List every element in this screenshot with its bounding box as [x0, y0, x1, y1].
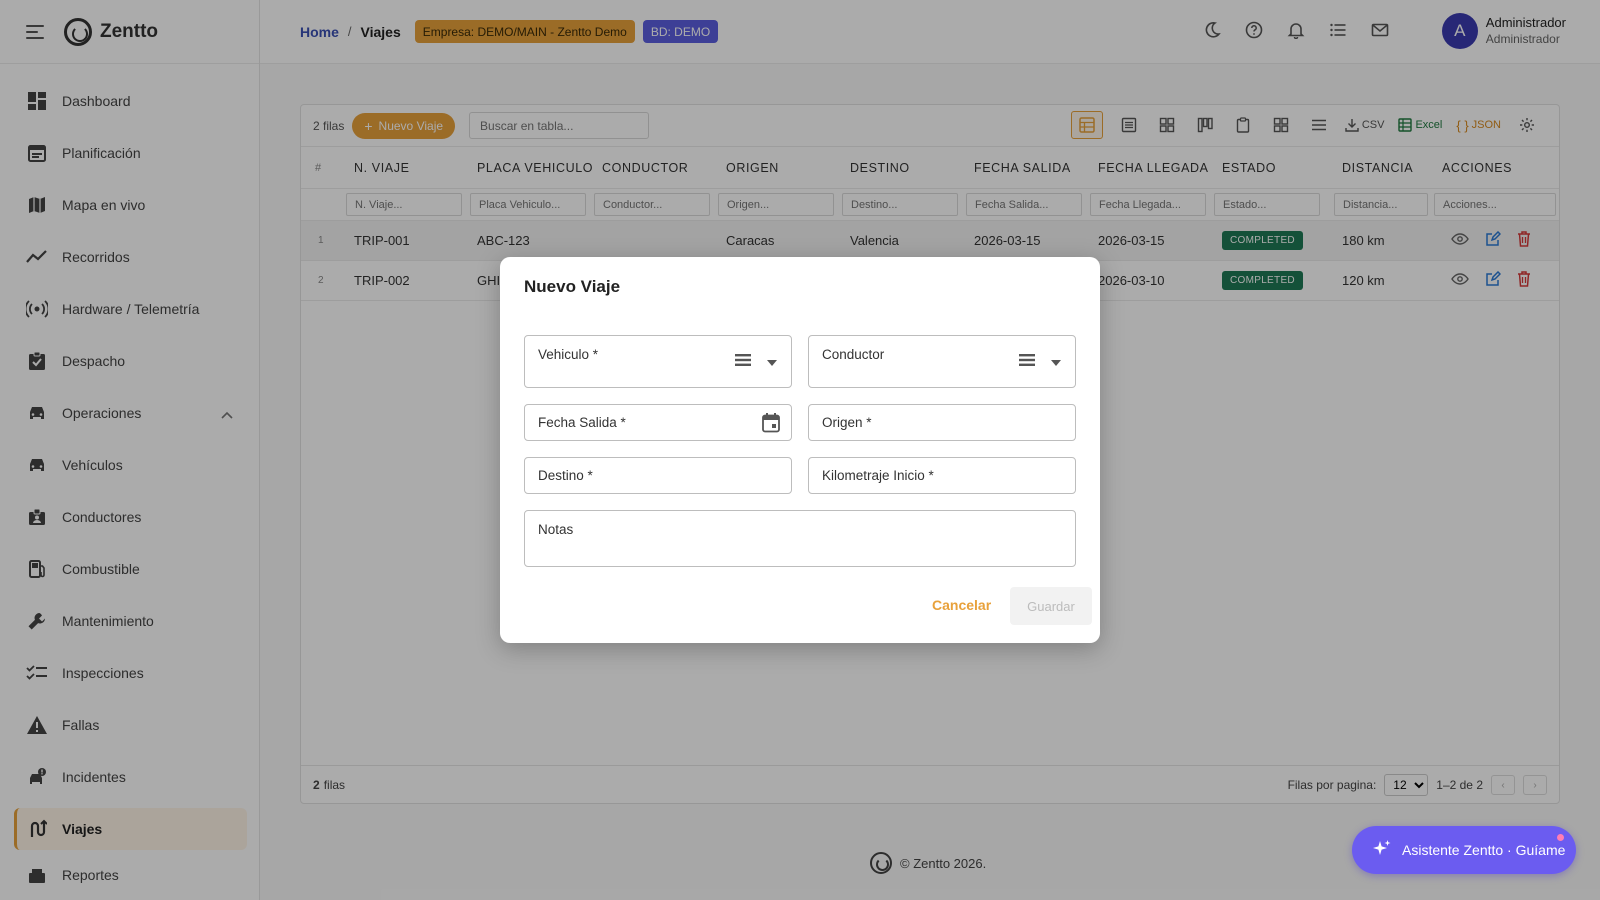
list-icon[interactable]	[735, 353, 751, 370]
cancel-button[interactable]: Cancelar	[932, 597, 991, 613]
depart-date-field[interactable]: Fecha Salida *	[524, 404, 792, 441]
dropdown-arrow-icon[interactable]	[767, 354, 777, 369]
driver-label: Conductor	[822, 347, 885, 362]
driver-select-icons	[1019, 353, 1061, 370]
origin-label: Origen *	[822, 415, 872, 430]
depart-date-icons	[761, 412, 781, 437]
vehicle-label: Vehiculo *	[538, 347, 599, 362]
notes-field[interactable]: Notas	[524, 510, 1076, 567]
save-button[interactable]: Guardar	[1010, 587, 1092, 625]
notes-label: Notas	[538, 522, 574, 537]
calendar-icon[interactable]	[761, 412, 781, 437]
sparkle-icon	[1372, 839, 1392, 862]
vehicle-select-icons	[735, 353, 777, 370]
km-start-field[interactable]: Kilometraje Inicio *	[808, 457, 1076, 494]
destination-field[interactable]: Destino *	[524, 457, 792, 494]
destination-label: Destino *	[538, 468, 593, 483]
vehicle-select[interactable]: Vehiculo *	[524, 335, 792, 388]
assistant-label: Asistente Zentto · Guíame	[1402, 842, 1566, 858]
list-icon[interactable]	[1019, 353, 1035, 370]
dialog-title: Nuevo Viaje	[524, 277, 621, 296]
origin-field[interactable]: Origen *	[808, 404, 1076, 441]
new-trip-dialog: Nuevo Viaje Vehiculo * Conductor Fecha S…	[500, 257, 1100, 643]
notification-dot	[1557, 834, 1564, 841]
dropdown-arrow-icon[interactable]	[1051, 354, 1061, 369]
km-start-label: Kilometraje Inicio *	[822, 468, 934, 483]
depart-date-label: Fecha Salida *	[538, 415, 626, 430]
driver-select[interactable]: Conductor	[808, 335, 1076, 388]
assistant-button[interactable]: Asistente Zentto · Guíame	[1352, 826, 1576, 874]
